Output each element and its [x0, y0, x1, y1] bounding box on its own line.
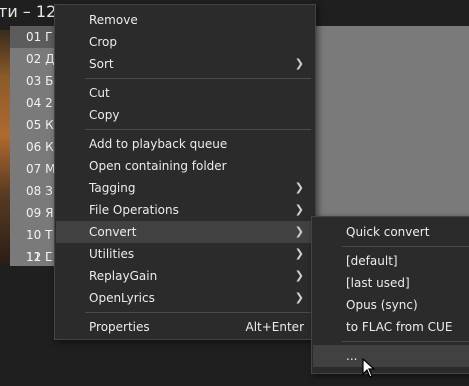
menu-item-openlyrics[interactable]: OpenLyrics ❯: [56, 287, 314, 309]
menu-item-label: Sort: [89, 57, 114, 71]
menu-item-label: Open containing folder: [89, 159, 227, 173]
menu-item-last-used-preset[interactable]: [last used]: [313, 272, 469, 294]
playlist-row[interactable]: 09 Я: [26, 202, 53, 224]
playlist-row[interactable]: 06 К: [26, 136, 54, 158]
menu-item-label: Crop: [89, 35, 118, 49]
playlist-row[interactable]: 12 L: [26, 246, 52, 268]
menu-item-label: Tagging: [89, 181, 136, 195]
menu-item-add-to-queue[interactable]: Add to playback queue: [56, 133, 314, 155]
menu-item-quick-convert[interactable]: Quick convert: [313, 221, 469, 243]
menu-separator: [342, 246, 469, 247]
menu-item-label: ReplayGain: [89, 269, 158, 283]
menu-item-label: to FLAC from CUE: [346, 320, 453, 334]
menu-item-open-folder[interactable]: Open containing folder: [56, 155, 314, 177]
menu-item-crop[interactable]: Crop: [56, 31, 314, 53]
menu-item-label: Add to playback queue: [89, 137, 228, 151]
playlist-row[interactable]: 02 Д: [26, 48, 54, 70]
menu-item-sort[interactable]: Sort ❯: [56, 53, 314, 75]
menu-item-label: Cut: [89, 86, 110, 100]
menu-item-label: ...: [346, 349, 358, 363]
album-art: [0, 30, 10, 264]
menu-item-copy[interactable]: Copy: [56, 104, 314, 126]
menu-item-tagging[interactable]: Tagging ❯: [56, 177, 314, 199]
menu-item-flac-from-cue[interactable]: to FLAC from CUE: [313, 316, 469, 338]
context-menu: Remove Crop Sort ❯ Cut Copy Add to playba…: [54, 4, 316, 340]
menu-item-cut[interactable]: Cut: [56, 82, 314, 104]
menu-item-more-options[interactable]: ...: [313, 345, 469, 367]
menu-item-label: OpenLyrics: [89, 291, 155, 305]
menu-item-properties[interactable]: Properties Alt+Enter: [56, 316, 314, 338]
playlist-row[interactable]: 05 К: [26, 114, 54, 136]
menu-item-label: Quick convert: [346, 225, 430, 239]
menu-item-label: Remove: [89, 13, 138, 27]
chevron-right-icon: ❯: [294, 269, 304, 282]
menu-separator: [342, 341, 469, 342]
window-title: ти – 12: [0, 2, 57, 21]
menu-item-opus-sync[interactable]: Opus (sync): [313, 294, 469, 316]
playlist-row[interactable]: 04 2: [26, 92, 53, 114]
menu-item-label: Convert: [89, 225, 137, 239]
menu-item-label: Utilities: [89, 247, 135, 261]
playlist-row[interactable]: 07 М: [26, 158, 55, 180]
chevron-right-icon: ❯: [294, 57, 304, 70]
chevron-right-icon: ❯: [294, 181, 304, 194]
menu-item-label: File Operations: [89, 203, 179, 217]
chevron-right-icon: ❯: [294, 291, 304, 304]
menu-item-convert[interactable]: Convert ❯: [56, 221, 314, 243]
menu-item-label: [last used]: [346, 276, 410, 290]
menu-item-default-preset[interactable]: [default]: [313, 250, 469, 272]
menu-item-label: Properties: [89, 320, 150, 334]
mouse-pointer-icon: [362, 358, 376, 378]
menu-item-file-operations[interactable]: File Operations ❯: [56, 199, 314, 221]
chevron-right-icon: ❯: [294, 203, 304, 216]
playlist-row[interactable]: 10 Т: [26, 224, 52, 246]
menu-item-label: Copy: [89, 108, 120, 122]
menu-separator: [85, 129, 311, 130]
menu-item-label: Opus (sync): [346, 298, 418, 312]
chevron-right-icon: ❯: [294, 247, 304, 260]
menu-item-utilities[interactable]: Utilities ❯: [56, 243, 314, 265]
menu-item-label: [default]: [346, 254, 398, 268]
menu-separator: [85, 78, 311, 79]
menu-item-remove[interactable]: Remove: [56, 9, 314, 31]
playlist-row[interactable]: 08 З: [26, 180, 53, 202]
playlist-row[interactable]: 03 Б: [26, 70, 53, 92]
menu-separator: [85, 312, 311, 313]
convert-submenu: Quick convert [default] [last used] Opus…: [311, 216, 469, 374]
menu-item-replaygain[interactable]: ReplayGain ❯: [56, 265, 314, 287]
chevron-right-icon: ❯: [294, 225, 304, 238]
shortcut-label: Alt+Enter: [245, 320, 304, 334]
